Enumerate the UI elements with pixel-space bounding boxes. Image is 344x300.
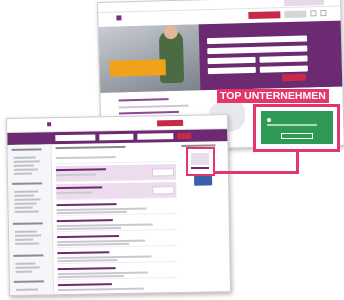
company-logo <box>267 117 273 122</box>
filter-heading <box>11 148 42 151</box>
text-line <box>118 104 189 109</box>
filter-option[interactable] <box>14 230 37 233</box>
filter-option[interactable] <box>14 202 37 205</box>
location-input[interactable] <box>207 45 308 55</box>
location-input[interactable] <box>99 133 134 141</box>
top-companies-badge: TOP UNTERNEHMEN <box>217 89 329 103</box>
company-logo <box>151 168 175 177</box>
company-logo <box>152 186 175 195</box>
phone-number-box <box>283 0 325 7</box>
callout-connector <box>214 171 299 174</box>
job-listing[interactable] <box>56 182 177 201</box>
section-heading <box>118 98 169 102</box>
share-icon[interactable] <box>310 10 317 17</box>
filter-heading <box>13 280 44 283</box>
filter-option[interactable] <box>15 242 40 245</box>
ad-text-line <box>267 124 317 126</box>
filter-option[interactable] <box>14 210 39 213</box>
ad-cta-button[interactable] <box>281 133 313 139</box>
filter-option[interactable] <box>15 270 32 273</box>
job-listing[interactable] <box>57 232 178 249</box>
filter-option[interactable] <box>14 206 33 209</box>
filter-option[interactable] <box>15 238 34 241</box>
keyword-input[interactable] <box>206 35 308 45</box>
filter-option[interactable] <box>15 234 42 237</box>
site-logo <box>47 122 53 128</box>
radius-select[interactable] <box>259 55 308 63</box>
search-bar <box>7 129 228 145</box>
highlighted-company-logo <box>191 153 209 165</box>
filter-option[interactable] <box>14 190 39 193</box>
job-listing[interactable] <box>57 248 178 265</box>
filter-option[interactable] <box>13 168 38 171</box>
region-select[interactable] <box>259 65 308 73</box>
filter-option[interactable] <box>15 266 40 269</box>
job-listing[interactable] <box>57 264 178 281</box>
category-select[interactable] <box>207 56 256 65</box>
hero-banner <box>98 20 344 93</box>
job-listing[interactable] <box>57 280 179 296</box>
filter-option[interactable] <box>15 288 39 291</box>
filter-option[interactable] <box>14 194 35 197</box>
category-select[interactable] <box>137 133 174 140</box>
top-company-ad[interactable] <box>261 111 333 144</box>
login-button[interactable] <box>284 10 307 19</box>
hero-headline-box <box>109 59 166 77</box>
sort-bar <box>55 152 176 165</box>
filter-option[interactable] <box>13 164 34 167</box>
filter-heading <box>12 222 43 225</box>
menu-icon[interactable] <box>320 10 327 17</box>
results-screenshot <box>6 114 232 296</box>
filter-option[interactable] <box>14 198 41 201</box>
post-job-button[interactable] <box>248 11 281 20</box>
search-button[interactable] <box>281 73 307 82</box>
filter-option[interactable] <box>15 262 36 265</box>
site-logo <box>116 15 123 21</box>
filter-option[interactable] <box>13 172 32 175</box>
keyword-input[interactable] <box>55 134 96 142</box>
job-listing[interactable] <box>56 200 177 217</box>
filter-sidebar <box>7 144 55 296</box>
zoom-callout <box>253 104 340 152</box>
filter-option[interactable] <box>13 156 36 159</box>
results-list <box>55 144 180 296</box>
filter-heading <box>12 182 43 185</box>
filter-option[interactable] <box>13 160 40 163</box>
job-search-panel <box>198 20 344 91</box>
search-button[interactable] <box>177 132 192 140</box>
filter-heading <box>13 254 44 257</box>
hero-photo <box>98 24 201 93</box>
top-company-card[interactable] <box>194 175 213 186</box>
highlighted-bar <box>191 167 209 169</box>
job-listing[interactable] <box>56 216 177 233</box>
post-job-button[interactable] <box>157 119 184 127</box>
job-listing[interactable] <box>55 164 177 183</box>
jobtype-select[interactable] <box>207 66 256 75</box>
results-heading <box>55 144 175 152</box>
job-link[interactable] <box>118 110 179 115</box>
highlight-box <box>186 147 215 176</box>
